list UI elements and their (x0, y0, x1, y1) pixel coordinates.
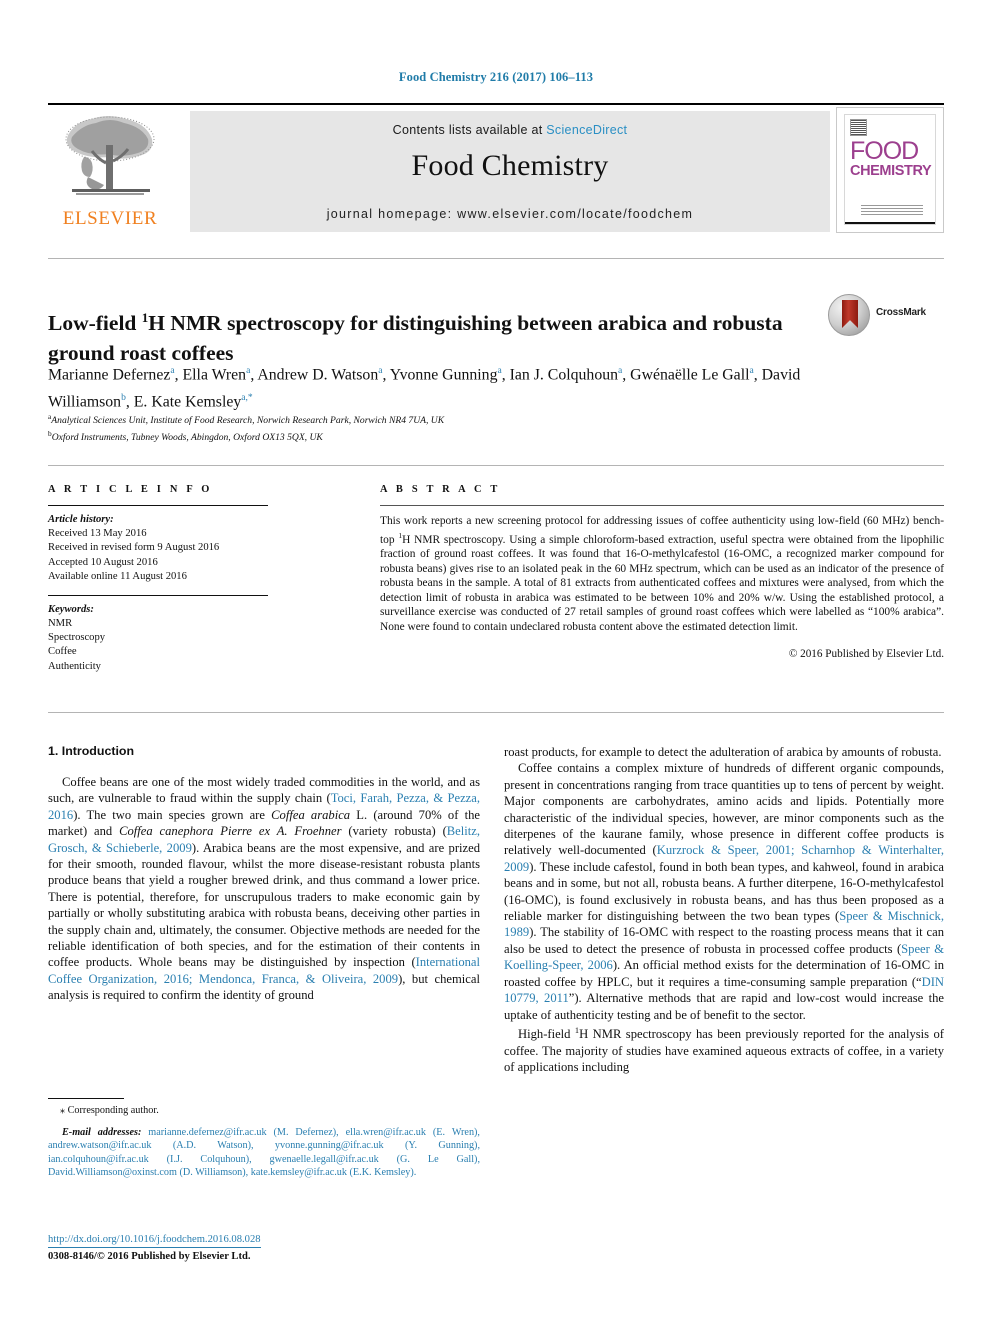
keyword-item: Spectroscopy (48, 632, 106, 644)
affiliation-a-text: Analytical Sciences Unit, Institute of F… (51, 415, 445, 427)
doi-block: http://dx.doi.org/10.1016/j.foodchem.201… (48, 1233, 480, 1264)
journal-masthead: ELSEVIER Contents lists available at Sci… (48, 103, 944, 233)
crossmark-label: CrossMark (876, 307, 926, 318)
info-band-bottom-rule (48, 712, 944, 713)
article-title: Low-field 1H NMR spectroscopy for distin… (48, 303, 808, 367)
cover-bottom-rule (845, 222, 935, 224)
abstract-text: This work reports a new screening protoc… (380, 514, 944, 635)
article-info-rule-2 (48, 594, 268, 596)
contents-prefix: Contents lists available at (392, 123, 547, 137)
abstract-heading: A B S T R A C T (380, 484, 501, 495)
author-affil-marker: b (121, 392, 126, 404)
intro-p2-e: ”). Alternative methods that are rapid a… (504, 991, 944, 1022)
journal-title: Food Chemistry (411, 149, 609, 182)
author-list: Marianne Deferneza, Ella Wrena, Andrew D… (48, 365, 801, 411)
footnote-divider (48, 1098, 124, 1099)
affiliation-a: aAnalytical Sciences Unit, Institute of … (48, 411, 868, 428)
title-text-a: Low-field (48, 311, 142, 336)
cover-stamp-icon (850, 119, 867, 136)
cover-title-food: FOOD (850, 137, 919, 165)
species-coffea-arabica: Coffea arabica (271, 807, 351, 822)
info-band-top-rule (48, 465, 944, 466)
intro-p1-d: (variety robusta) ( (341, 824, 447, 839)
intro-paragraph-3: High-field 1H NMR spectroscopy has been … (504, 1023, 944, 1075)
author-affil-marker: a (497, 365, 502, 376)
keyword-item: Authenticity (48, 660, 101, 672)
author-affil-marker: a,* (241, 392, 253, 404)
history-online: Available online 11 August 2016 (48, 571, 187, 583)
history-revised: Received in revised form 9 August 2016 (48, 542, 220, 554)
intro-p2-c: ). The stability of 16-OMC with respect … (504, 925, 944, 956)
running-head-citation: Food Chemistry 216 (2017) 106–113 (398, 70, 594, 84)
email-addresses-note: E-mail addresses: marianne.defernez@ifr.… (48, 1126, 480, 1179)
author-affil-marker: a (170, 365, 175, 376)
body-column-right: roast products, for example to detect th… (504, 744, 944, 1075)
keywords-label: Keywords: (48, 603, 94, 615)
affiliation-b-text: Oxford Instruments, Tubney Woods, Abingd… (51, 431, 323, 443)
history-accepted: Accepted 10 August 2016 (48, 556, 158, 568)
keyword-item: Coffee (48, 646, 77, 658)
author-affil-marker: a (749, 365, 754, 376)
abstract-rule (380, 505, 944, 506)
article-info-column: A R T I C L E I N F O Article history: R… (48, 484, 300, 674)
article-info-heading: A R T I C L E I N F O (48, 484, 213, 495)
section-heading-introduction: 1. Introduction (48, 744, 135, 758)
author-affil-marker: a (246, 365, 251, 376)
keyword-item: NMR (48, 617, 73, 629)
contents-lists-line: Contents lists available at ScienceDirec… (190, 123, 830, 137)
title-text-b: H NMR spectroscopy for distinguishing be… (148, 311, 708, 336)
cover-title-chemistry: CHEMISTRY (850, 163, 932, 179)
intro-paragraph-continued: roast products, for example to detect th… (504, 745, 942, 759)
abstract-copyright: © 2016 Published by Elsevier Ltd. (788, 647, 944, 660)
issn-copyright: 0308-8146/© 2016 Published by Elsevier L… (48, 1251, 251, 1262)
title-divider (48, 258, 944, 259)
corresponding-author-note: ⁎ Corresponding author. (60, 1105, 159, 1116)
author-affil-marker: a (378, 365, 383, 376)
crossmark-circle-icon (828, 294, 870, 336)
history-received: Received 13 May 2016 (48, 528, 147, 539)
intro-paragraph-2: Coffee contains a complex mixture of hun… (504, 760, 944, 1023)
email-addresses-label: E-mail addresses: (62, 1127, 142, 1139)
journal-banner: Contents lists available at ScienceDirec… (190, 111, 830, 232)
footnote-block: ⁎ Corresponding author. E-mail addresses… (48, 1104, 480, 1179)
species-coffea-canephora: Coffea canephora Pierre ex A. Froehner (119, 824, 342, 839)
crossmark-badge[interactable]: CrossMark (828, 294, 944, 338)
crossmark-ribbon-icon (842, 300, 858, 328)
abstract-column: A B S T R A C T This work reports a new … (380, 484, 944, 660)
cover-artwork: FOOD CHEMISTRY (844, 114, 936, 225)
elsevier-wordmark: ELSEVIER (62, 208, 158, 229)
doi-link[interactable]: http://dx.doi.org/10.1016/j.foodchem.201… (48, 1233, 261, 1248)
article-info-rule-1 (48, 505, 268, 506)
intro-p1-e: ). Arabica beans are the most expensive,… (48, 840, 481, 970)
affiliations: aAnalytical Sciences Unit, Institute of … (48, 411, 868, 445)
body-column-left: 1. Introduction Coffee beans are one of … (48, 744, 480, 1004)
affiliation-b: bOxford Instruments, Tubney Woods, Abing… (48, 428, 868, 445)
author-affil-marker: a (618, 365, 623, 376)
abstract-part-2: H NMR spectroscopy. Using a simple chlor… (380, 533, 945, 633)
article-history-label: Article history: (48, 514, 114, 525)
intro-p1-b: ). The two main species grown are (73, 807, 272, 822)
journal-cover-thumbnail: FOOD CHEMISTRY (836, 107, 944, 233)
article-first-page: Food Chemistry 216 (2017) 106–113 ELSEVI… (0, 0, 992, 1323)
sciencedirect-link[interactable]: ScienceDirect (546, 123, 627, 137)
intro-p3-a: High-field (518, 1027, 575, 1042)
elsevier-logo: ELSEVIER (48, 111, 172, 231)
elsevier-tree-icon (65, 116, 155, 195)
journal-homepage-link[interactable]: journal homepage: www.elsevier.com/locat… (190, 207, 830, 221)
intro-paragraph-1: Coffee beans are one of the most widely … (48, 774, 480, 1004)
cover-footer-text (861, 205, 923, 215)
